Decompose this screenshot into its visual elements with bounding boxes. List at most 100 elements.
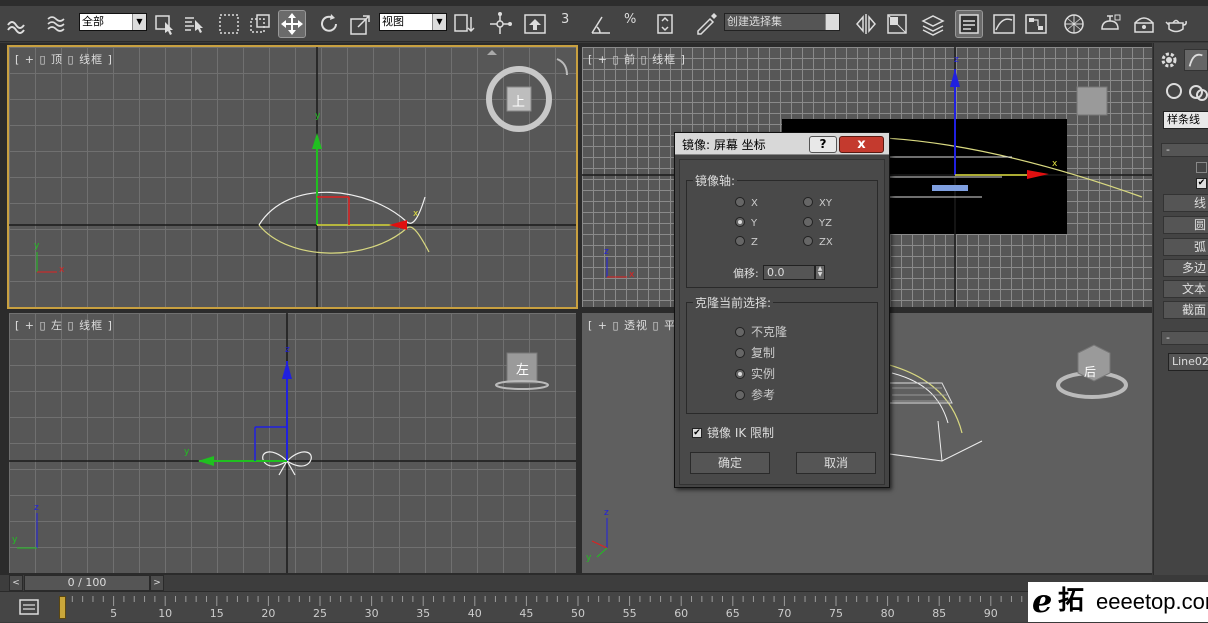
cancel-button[interactable]: 取消 [796,452,876,474]
object-name-field[interactable]: Line02 [1168,353,1208,371]
named-selection-dropdown[interactable]: 创建选择集 ▼ [724,13,840,31]
axis-yz-radio[interactable]: YZ [803,217,832,229]
viewcube-left[interactable]: 左 [516,359,529,378]
top-view-drawing [9,47,576,307]
gear-icon[interactable] [1158,49,1180,71]
bind-spacewarp-icon[interactable] [44,11,70,37]
layer-manager-icon[interactable] [920,11,946,37]
percent-snap-toggle[interactable]: % [624,12,636,27]
viewport-left[interactable]: [ + ▯ 左 ▯ 线框 ] z y 左 z y [9,313,576,573]
track-tick-label: 5 [110,607,118,620]
3dsmax-window: 全部 ▼ 视图 ▼ 3 % 创建选择集 ▼ [+ ▯ 顶 ▯ 线框] y x… [0,0,1208,622]
scene-explorer-icon[interactable] [955,10,983,38]
mirror-icon[interactable] [853,11,879,37]
time-slider[interactable]: < 0 / 100 > [0,575,1152,591]
x-axis-label: x [413,209,419,219]
line-button[interactable]: 线 [1163,194,1208,212]
checkbox-checked[interactable]: ✔ [1196,178,1207,189]
scale-icon[interactable] [348,11,374,37]
time-slider-thumb[interactable]: 0 / 100 [24,575,150,591]
current-frame-marker[interactable] [59,596,66,619]
axis-x-radio[interactable]: X [735,197,758,209]
render-setup-icon[interactable] [1097,11,1123,37]
track-tick-label: 10 [158,607,173,620]
render-teapot-icon[interactable] [1163,11,1189,37]
help-button[interactable]: ? [809,136,837,153]
section-button[interactable]: 截面 [1163,301,1208,319]
material-editor-icon[interactable] [1061,11,1087,37]
corner-y-label: y [34,241,40,251]
rect-selection-icon[interactable] [216,11,242,37]
y-axis-label: y [184,447,190,457]
spinner-snap-icon[interactable] [652,11,678,37]
link-icon[interactable] [4,11,30,37]
next-frame-button[interactable]: > [150,575,164,591]
no-clone-radio[interactable]: 不克隆 [735,323,787,340]
track-tick-label: 90 [983,607,998,620]
viewport-area: [ + ▯ 顶 ▯ 线框 ] y x y x 上 [+ ▯ 前 ▯ 线框] … [0,43,1152,575]
text-button[interactable]: 文本 [1163,280,1208,298]
rotate-icon[interactable] [316,11,342,37]
selection-filter-value: 全部 [82,15,104,28]
angle-snap-icon[interactable] [588,11,614,37]
viewcube-persp[interactable]: 后 [1084,363,1096,380]
checkbox[interactable] [1196,162,1207,173]
corner-x-label: x [59,265,65,275]
viewport-top[interactable]: [ + ▯ 顶 ▯ 线框 ] y x y x 上 [7,45,578,309]
reference-label: 参考 [751,388,776,402]
shapes-icon[interactable] [1188,83,1208,101]
track-bar[interactable]: 051015202530354045505560657075808590 [0,591,1208,622]
mirror-ik-checkbox[interactable]: ✔ 镜像 IK 限制 [692,424,774,441]
snap-toggle-3d[interactable]: 3 [561,12,569,27]
prev-frame-button[interactable]: < [9,575,23,591]
create-tab-icon[interactable] [1184,49,1208,71]
edit-named-selection-icon[interactable] [694,11,720,37]
track-tick-label: 65 [725,607,740,620]
close-button[interactable]: x [839,136,884,153]
track-tick-label: 70 [777,607,792,620]
radio-dot [735,197,745,207]
rendered-frame-icon[interactable] [1131,11,1157,37]
geometry-icon[interactable] [1166,83,1182,99]
viewport-label[interactable]: [ + ▯ 透视 ▯ 平 [588,317,676,333]
move-icon[interactable] [278,10,306,38]
track-tick-label: 40 [467,607,482,620]
arc-button[interactable]: 弧 [1163,238,1208,256]
select-manipulate-icon[interactable] [487,11,513,37]
radio-dot-selected [735,368,745,379]
axis-zx-radio[interactable]: ZX [803,236,833,248]
instance-radio[interactable]: 实例 [735,365,775,382]
circle-button[interactable]: 圆 [1163,216,1208,234]
track-tick-label: 75 [829,607,843,620]
clone-selection-title: 克隆当前选择: [693,294,774,311]
viewcube-top[interactable]: 上 [512,91,525,110]
curve-editor-icon[interactable] [991,11,1017,37]
axis-xy-radio[interactable]: XY [803,197,832,209]
ok-button[interactable]: 确定 [690,452,770,474]
spinner-arrows-icon[interactable]: ▲ ▼ [815,265,825,280]
axis-y-radio[interactable]: Y [735,217,757,229]
viewport-label[interactable]: [ + ▯ 顶 ▯ 线框 ] [15,51,113,67]
offset-input[interactable]: 0.0 [763,265,815,280]
copy-radio[interactable]: 复制 [735,344,775,361]
schematic-view-icon[interactable] [1023,11,1049,37]
rollout-toggle[interactable]: - [1161,331,1208,345]
main-toolbar: 全部 ▼ 视图 ▼ 3 % 创建选择集 ▼ [0,6,1208,42]
selection-filter-dropdown[interactable]: 全部 ▼ [79,13,147,31]
pivot-center-icon[interactable] [451,11,477,37]
reference-radio[interactable]: 参考 [735,386,775,403]
rollout-toggle[interactable]: - [1161,143,1208,157]
window-crossing-icon[interactable] [247,11,273,37]
align-icon[interactable] [884,11,910,37]
object-category-dropdown[interactable]: 样条线 [1163,111,1208,129]
select-object-icon[interactable] [152,11,178,37]
z-axis-label: z [285,345,290,355]
viewport-label[interactable]: [ + ▯ 前 ▯ 线框 ] [588,51,686,67]
keyboard-shortcut-icon[interactable] [522,11,548,37]
viewport-label[interactable]: [ + ▯ 左 ▯ 线框 ] [15,317,113,333]
select-by-name-icon[interactable] [182,11,208,37]
reference-coord-value: 视图 [382,15,404,28]
ngon-button[interactable]: 多边 [1163,259,1208,277]
axis-z-radio[interactable]: Z [735,236,758,248]
reference-coord-dropdown[interactable]: 视图 ▼ [379,13,447,31]
